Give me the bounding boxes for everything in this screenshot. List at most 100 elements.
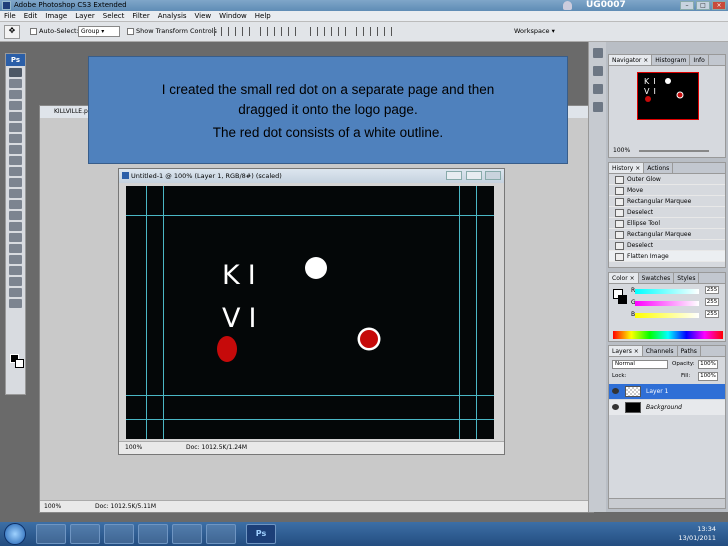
doc-close-button[interactable] (485, 171, 501, 180)
menu-image[interactable]: Image (45, 12, 67, 20)
close-button[interactable]: × (712, 1, 726, 10)
tab-color[interactable]: Color × (609, 273, 639, 283)
eye-icon[interactable] (612, 404, 619, 410)
move-tool-icon[interactable] (9, 68, 22, 77)
history-item[interactable]: Deselect (609, 240, 725, 251)
align-center-icon[interactable] (274, 27, 282, 36)
align-left-icon[interactable] (260, 27, 268, 36)
document-zoom[interactable]: 100% (44, 501, 61, 512)
auto-select-checkbox[interactable] (30, 28, 37, 35)
menu-select[interactable]: Select (103, 12, 125, 20)
align-middle-icon[interactable] (228, 27, 236, 36)
history-item[interactable]: Deselect (609, 207, 725, 218)
channel-r-value[interactable]: 255 (705, 286, 719, 294)
media-taskbar-icon[interactable] (138, 524, 168, 544)
channel-b-value[interactable]: 255 (705, 310, 719, 318)
navigator-zoom[interactable]: 100% (613, 147, 630, 154)
type-tool-icon[interactable] (9, 233, 22, 242)
distribute-left-icon[interactable] (356, 27, 364, 36)
opacity-value[interactable]: 100% (698, 360, 718, 369)
transform-controls-checkbox[interactable] (127, 28, 134, 35)
navigator-zoom-slider[interactable] (639, 150, 709, 152)
zoom-tool-icon[interactable] (9, 299, 22, 308)
menu-edit[interactable]: Edit (24, 12, 38, 20)
menu-window[interactable]: Window (219, 12, 247, 20)
tab-layers[interactable]: Layers × (609, 346, 643, 356)
color-bg-swatch[interactable] (618, 295, 627, 304)
align-bottom-icon[interactable] (242, 27, 250, 36)
tool-presets-panel-icon[interactable] (593, 84, 603, 94)
menu-layer[interactable]: Layer (75, 12, 95, 20)
start-button[interactable] (4, 523, 26, 545)
align-right-icon[interactable] (288, 27, 296, 36)
align-top-icon[interactable] (214, 27, 222, 36)
slice-tool-icon[interactable] (9, 123, 22, 132)
photoshop-taskbar-icon[interactable]: Ps (246, 524, 276, 544)
brushes-panel-icon[interactable] (593, 48, 603, 58)
fill-value[interactable]: 100% (698, 372, 718, 381)
clone-stamp-icon[interactable] (9, 156, 22, 165)
menu-help[interactable]: Help (255, 12, 271, 20)
history-item[interactable]: Flatten Image (609, 251, 725, 262)
history-item[interactable]: Move (609, 185, 725, 196)
distribute-right-icon[interactable] (384, 27, 392, 36)
distribute-top-icon[interactable] (310, 27, 318, 36)
history-item[interactable]: Rectangular Marquee (609, 196, 725, 207)
channel-r-slider[interactable] (635, 289, 699, 294)
tab-swatches[interactable]: Swatches (639, 273, 675, 283)
history-item[interactable]: Outer Glow (609, 174, 725, 185)
notes-tool-icon[interactable] (9, 266, 22, 275)
blend-mode-select[interactable]: Normal (612, 360, 668, 369)
dodge-tool-icon[interactable] (9, 211, 22, 220)
distribute-center-icon[interactable] (370, 27, 378, 36)
untitled-zoom[interactable]: 100% (125, 442, 142, 454)
channel-g-slider[interactable] (635, 301, 699, 306)
history-brush-icon[interactable] (9, 167, 22, 176)
workspace-menu[interactable]: Workspace ▾ (514, 27, 555, 35)
layer-row-layer1[interactable]: Layer 1 (609, 384, 725, 399)
word-taskbar-icon[interactable] (104, 524, 134, 544)
channel-g-value[interactable]: 255 (705, 298, 719, 306)
background-color-swatch[interactable] (15, 359, 24, 368)
hand-tool-icon[interactable] (9, 288, 22, 297)
navigator-thumbnail[interactable]: KI VI (637, 72, 699, 120)
healing-brush-icon[interactable] (9, 134, 22, 143)
eye-icon[interactable] (612, 388, 619, 394)
path-selection-icon[interactable] (9, 244, 22, 253)
tab-info[interactable]: Info (690, 55, 709, 65)
ie-taskbar-icon[interactable] (36, 524, 66, 544)
magic-wand-tool-icon[interactable] (9, 101, 22, 110)
shape-tool-icon[interactable] (9, 255, 22, 264)
move-tool-icon[interactable]: ✥ (4, 25, 20, 39)
distribute-middle-icon[interactable] (324, 27, 332, 36)
doc-maximize-button[interactable] (466, 171, 482, 180)
folder-taskbar-icon[interactable] (172, 524, 202, 544)
doc-minimize-button[interactable] (446, 171, 462, 180)
eraser-tool-icon[interactable] (9, 178, 22, 187)
brush-tool-icon[interactable] (9, 145, 22, 154)
explorer-taskbar-icon[interactable] (70, 524, 100, 544)
tab-history[interactable]: History × (609, 163, 645, 173)
history-item[interactable]: Rectangular Marquee (609, 229, 725, 240)
powerpoint-taskbar-icon[interactable] (206, 524, 236, 544)
tab-paths[interactable]: Paths (678, 346, 701, 356)
history-item[interactable]: Ellipse Tool (609, 218, 725, 229)
marquee-tool-icon[interactable] (9, 79, 22, 88)
color-spectrum-ramp[interactable] (613, 331, 723, 339)
menu-filter[interactable]: Filter (132, 12, 149, 20)
maximize-button[interactable]: □ (696, 1, 710, 10)
distribute-bottom-icon[interactable] (338, 27, 346, 36)
menu-view[interactable]: View (195, 12, 212, 20)
tab-styles[interactable]: Styles (674, 273, 700, 283)
tab-channels[interactable]: Channels (643, 346, 678, 356)
layer-row-background[interactable]: Background (609, 400, 725, 415)
blur-tool-icon[interactable] (9, 200, 22, 209)
eyedropper-tool-icon[interactable] (9, 277, 22, 286)
channel-b-slider[interactable] (635, 313, 699, 318)
tab-navigator[interactable]: Navigator × (609, 55, 653, 65)
image-canvas[interactable]: KI VI (126, 186, 494, 439)
crop-tool-icon[interactable] (9, 112, 22, 121)
system-clock[interactable]: 13:34 13/01/2011 (679, 525, 716, 543)
layer-comps-panel-icon[interactable] (593, 102, 603, 112)
menu-analysis[interactable]: Analysis (158, 12, 187, 20)
